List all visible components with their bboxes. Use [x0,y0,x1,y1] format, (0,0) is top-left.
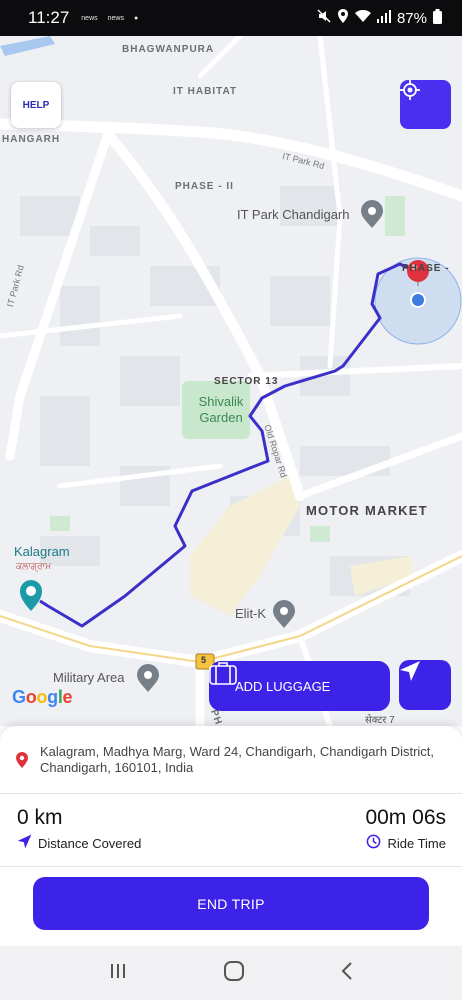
signal-icon [376,9,391,27]
kalagram-place-pin [20,580,42,611]
google-logo: Google [12,687,73,707]
map-label-hangarh: HANGARH [2,134,61,145]
help-button[interactable]: HELP [11,82,61,128]
military-area-place-pin [137,664,159,692]
it-park-place-pin [361,200,383,228]
map-label-kalagram-local: ਕਲਾਗ੍ਰਾਮ [16,561,52,571]
trip-sheet: Kalagram, Madhya Marg, Ward 24, Chandiga… [0,726,462,946]
map-label-kalagram: Kalagram [14,544,70,559]
add-luggage-label: ADD LUGGAGE [235,678,331,694]
map-label-shivalik-garden: Shivalik Garden [198,394,244,425]
map-label-phase: PHASE - [402,263,450,274]
map-label-elit-k: Elit-K [235,606,267,621]
recenter-button[interactable] [400,80,451,129]
wifi-icon [354,9,371,27]
map-label-motor-market: MOTOR MARKET [306,503,428,518]
status-notifications: news news ● [81,15,138,22]
notification-dot-icon: ● [133,14,139,22]
battery-percent: 87% [396,9,427,27]
elit-k-place-pin [273,600,295,628]
notification-news: news [81,14,98,22]
status-indicators: 87% [317,8,442,28]
distance-value: 0 km [17,806,63,829]
map-label-sector-7: सेक्टर 7 [365,715,395,726]
map-label-sector-13: SECTOR 13 [214,376,279,387]
ride-time-stat: 00m 06s Ride Time [365,806,446,852]
clock-icon [366,834,381,852]
navigation-arrow-icon [17,834,32,852]
home-icon[interactable] [223,960,245,987]
location-pin-icon [16,752,28,773]
map-label-it-habitat: IT HABITAT [173,86,238,97]
back-icon[interactable] [340,961,354,986]
notification-news: news [107,14,124,22]
map-label-it-park-chandigarh: IT Park Chandigarh [237,207,350,222]
add-luggage-button[interactable]: ADD LUGGAGE [209,661,390,711]
navigate-button[interactable] [399,660,451,710]
recents-icon[interactable] [108,962,128,985]
distance-stat: 0 km Distance Covered [17,806,141,852]
status-bar: 11:27 news news ● 87% [0,0,462,36]
map-label-bhagwanpura: BHAGWANPURA [122,44,215,55]
map-label-road-number: 5 [201,655,207,665]
divider [0,866,462,867]
address-text: Kalagram, Madhya Marg, Ward 24, Chandiga… [40,744,435,775]
distance-label: Distance Covered [38,835,142,851]
battery-icon [433,8,442,28]
ride-time-caption: Ride Time [365,834,446,852]
status-time: 11:27 [28,8,70,27]
trip-stats: 0 km Distance Covered 00m 06s Ride Time [0,794,462,866]
address-row: Kalagram, Madhya Marg, Ward 24, Chandiga… [0,726,462,793]
distance-caption: Distance Covered [17,834,141,852]
map-label-phase-ii: PHASE - II [175,181,234,192]
end-trip-button[interactable]: END TRIP [33,877,429,930]
map-view[interactable]: BHAGWANPURA IT HABITAT HANGARH PHASE - I… [0,36,462,726]
system-nav-bar [0,946,462,1000]
ride-time-label: Ride Time [387,835,446,851]
location-icon [337,9,349,27]
ride-time-value: 00m 06s [365,806,446,829]
current-location-dot [410,292,426,308]
map-label-military-area: Military Area [53,670,125,685]
mute-icon [317,9,331,27]
